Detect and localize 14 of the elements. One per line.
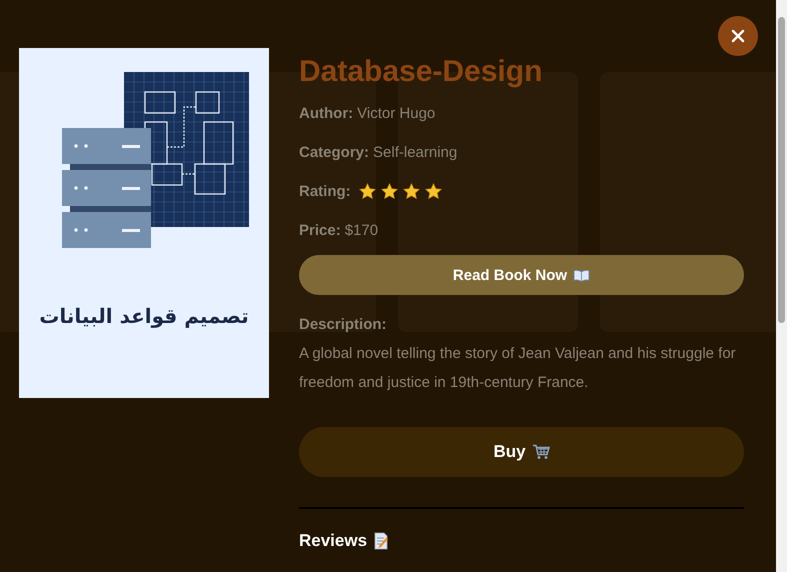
cover-title: تصميم قواعد البيانات xyxy=(39,304,249,328)
book-title: Database-Design xyxy=(299,54,544,90)
description-text: A global novel telling the story of Jean Valjean and his struggle for freedom and justice in 19th-century France. xyxy=(299,344,737,393)
read-book-button[interactable]: Read Book Now xyxy=(299,255,744,295)
field-label: Category: xyxy=(299,144,370,161)
reviews-heading: Reviews xyxy=(299,531,368,551)
field-label: Price: xyxy=(299,222,341,239)
field-value: Self-learning xyxy=(373,144,458,161)
field-value: $170 xyxy=(344,222,378,239)
field-label: Author: xyxy=(299,105,354,122)
description-label: Description: xyxy=(299,315,388,335)
field-label: Rating: xyxy=(299,183,351,200)
buy-button[interactable]: Buy xyxy=(299,427,744,477)
field-value: Victor Hugo xyxy=(357,105,436,122)
